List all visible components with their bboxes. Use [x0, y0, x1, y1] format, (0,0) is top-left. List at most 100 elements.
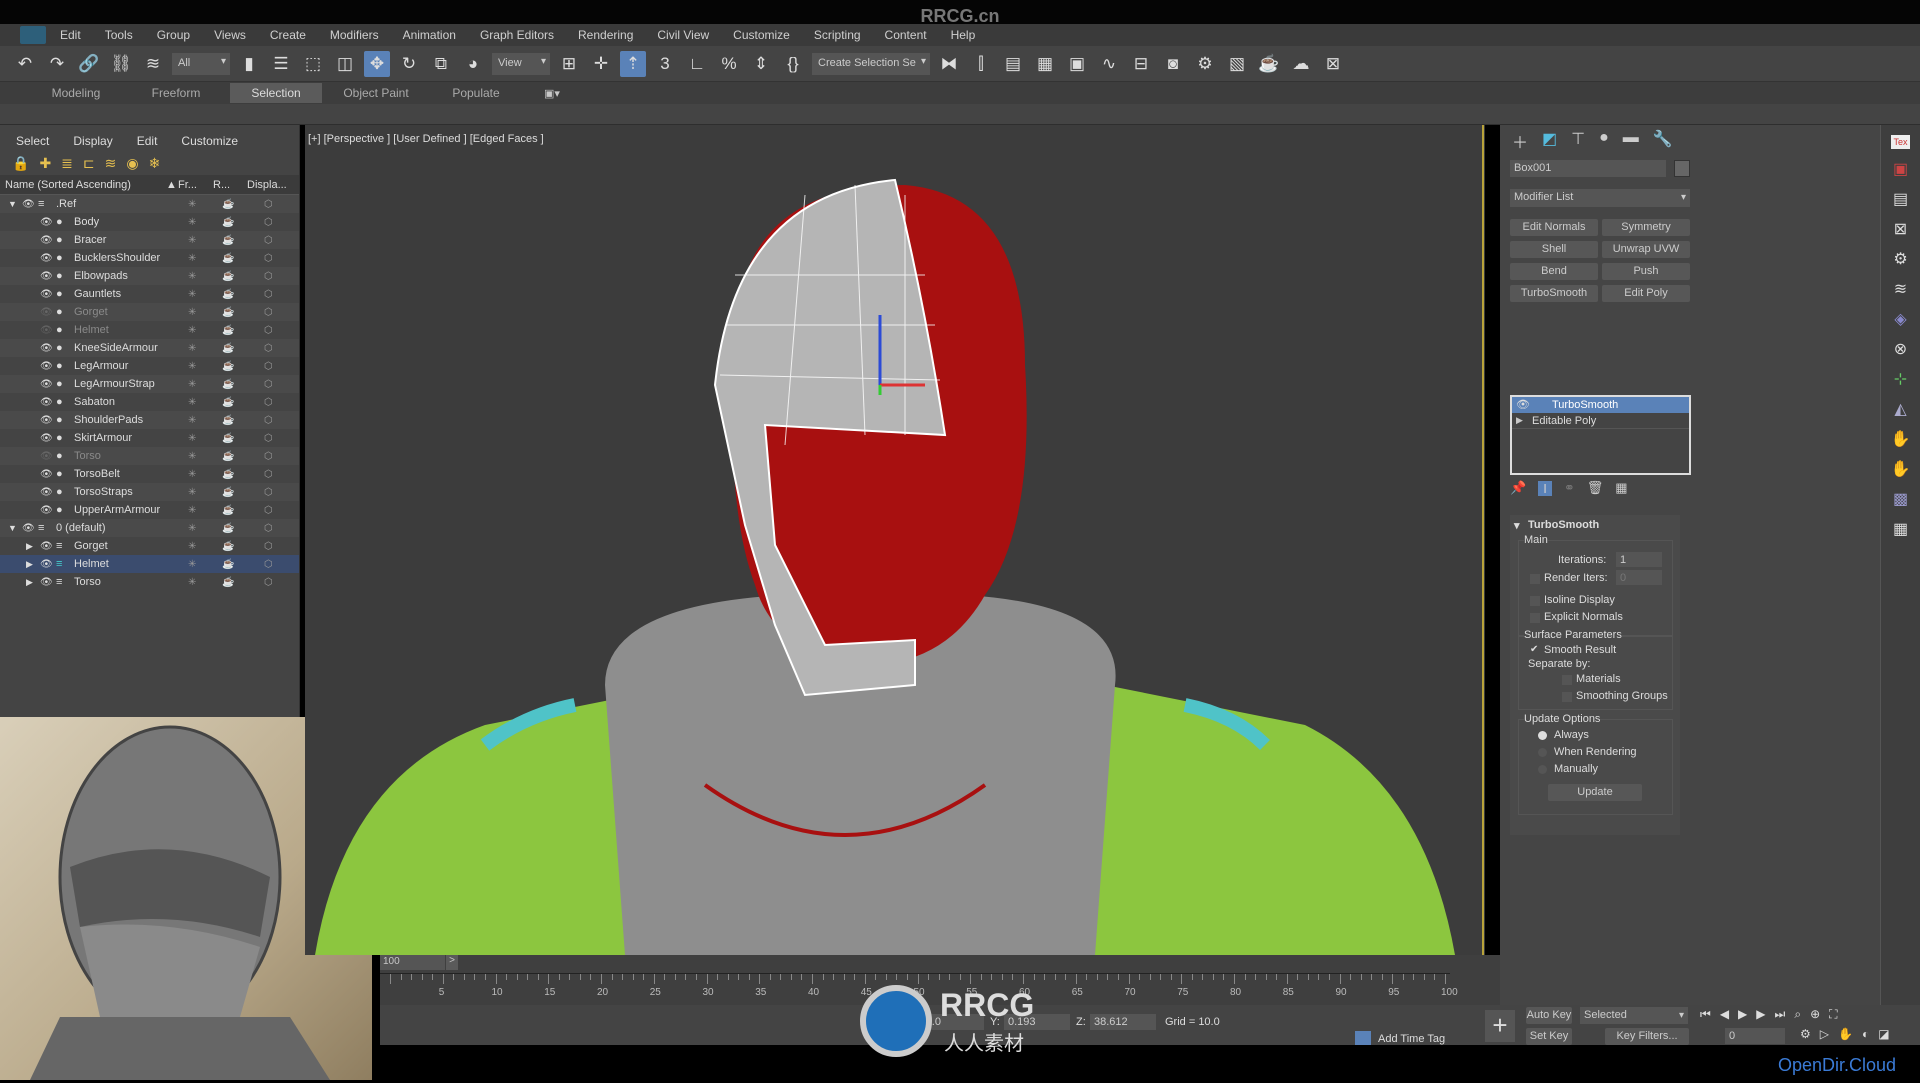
- freeze-icon[interactable]: ✳: [188, 487, 196, 498]
- menu-item-tools[interactable]: Tools: [105, 28, 133, 42]
- make-unique-icon[interactable]: ⚭: [1564, 480, 1575, 496]
- z-coordinate-field[interactable]: 38.612: [1090, 1014, 1156, 1030]
- update-button[interactable]: Update: [1548, 784, 1642, 801]
- modify-tab-icon[interactable]: ◩: [1542, 129, 1557, 153]
- tree-row[interactable]: 👁 ● LegArmour ✳ ☕ ⬡: [0, 357, 299, 375]
- menu-item-help[interactable]: Help: [951, 28, 976, 42]
- ribbon-options-icon[interactable]: ▣▾: [544, 87, 560, 100]
- column-name-header[interactable]: Name (Sorted Ascending): [5, 179, 131, 191]
- freeze-icon[interactable]: ✳: [188, 343, 196, 354]
- menu-item-animation[interactable]: Animation: [403, 28, 456, 42]
- set-key-button[interactable]: Set Key: [1526, 1028, 1572, 1045]
- display-box-icon[interactable]: ⬡: [264, 307, 273, 318]
- tree-row[interactable]: 👁 ● Torso ✳ ☕ ⬡: [0, 447, 299, 465]
- next-frame-icon[interactable]: ▶: [1756, 1007, 1765, 1022]
- remove-icon[interactable]: ⊠: [1894, 219, 1907, 239]
- render-setup-icon[interactable]: ⚙: [1192, 51, 1218, 77]
- eye-icon[interactable]: 👁: [40, 541, 53, 552]
- ribbon-tab-populate[interactable]: Populate: [430, 83, 522, 103]
- reference-coord-dropdown[interactable]: View: [492, 52, 550, 75]
- tree-row[interactable]: 👁 ● UpperArmArmour ✳ ☕ ⬡: [0, 501, 299, 519]
- configure-modifier-sets-icon[interactable]: ▦: [1615, 480, 1627, 496]
- key-filters-button[interactable]: Key Filters...: [1605, 1028, 1689, 1045]
- ribbon-tab-modeling[interactable]: Modeling: [30, 83, 122, 103]
- tree-row[interactable]: 👁 ● Elbowpads ✳ ☕ ⬡: [0, 267, 299, 285]
- panel-icon[interactable]: ▤: [1893, 189, 1908, 209]
- render-teapot-icon[interactable]: ☕: [222, 307, 234, 318]
- modifier-button-unwrap-uvw[interactable]: Unwrap UVW: [1602, 241, 1690, 258]
- explorer-menu-edit[interactable]: Edit: [137, 134, 158, 148]
- stack-item-turbosmooth[interactable]: 👁 TurboSmooth: [1512, 397, 1689, 413]
- edit-named-sets-icon[interactable]: {}: [780, 51, 806, 77]
- render-production-icon[interactable]: ☕: [1256, 51, 1282, 77]
- render-teapot-icon[interactable]: ☕: [222, 397, 234, 408]
- ribbon-tab-selection[interactable]: Selection: [230, 83, 322, 103]
- manually-radio[interactable]: [1538, 765, 1547, 774]
- axis-icon[interactable]: ⊹: [1894, 369, 1907, 389]
- table-icon[interactable]: ▦: [1893, 519, 1908, 539]
- render-teapot-icon[interactable]: ☕: [222, 433, 234, 444]
- add-layer-icon[interactable]: ✚: [39, 155, 51, 172]
- hierarchy-tab-icon[interactable]: ⊤: [1571, 129, 1585, 153]
- bind-space-warp-icon[interactable]: ≋: [140, 51, 166, 77]
- align-icon[interactable]: ⫿: [968, 51, 994, 77]
- menu-item-group[interactable]: Group: [157, 28, 190, 42]
- render-teapot-icon[interactable]: ☕: [222, 289, 234, 300]
- menu-item-civil-view[interactable]: Civil View: [657, 28, 709, 42]
- perspective-viewport[interactable]: [305, 125, 1485, 955]
- settings-icon[interactable]: ⚙: [1893, 249, 1907, 269]
- selection-filter-dropdown[interactable]: All: [172, 52, 230, 75]
- undo-icon[interactable]: ↶: [12, 51, 38, 77]
- go-to-start-icon[interactable]: ⏮: [1700, 1007, 1711, 1022]
- scale-icon[interactable]: ⧉: [428, 51, 454, 77]
- rollout-collapse-icon[interactable]: ▾: [1514, 519, 1520, 532]
- display-box-icon[interactable]: ⬡: [264, 361, 273, 372]
- menu-item-content[interactable]: Content: [885, 28, 927, 42]
- freeze-icon[interactable]: ✳: [188, 577, 196, 588]
- freeze-icon[interactable]: ✳: [188, 289, 196, 300]
- app-logo-icon[interactable]: [20, 26, 46, 44]
- render-teapot-icon[interactable]: ☕: [222, 523, 234, 534]
- render-teapot-icon[interactable]: ☕: [222, 253, 234, 264]
- display-box-icon[interactable]: ⬡: [264, 343, 273, 354]
- render-teapot-icon[interactable]: ☕: [222, 217, 234, 228]
- eye-icon[interactable]: 👁: [22, 199, 35, 210]
- spinner-snap-icon[interactable]: ⇕: [748, 51, 774, 77]
- menu-item-scripting[interactable]: Scripting: [814, 28, 861, 42]
- zoom-icon[interactable]: ⌕: [1794, 1007, 1801, 1022]
- freeze-icon[interactable]: ✳: [188, 415, 196, 426]
- next-frame-arrow[interactable]: >: [446, 955, 458, 970]
- stack-item-editable-poly[interactable]: ▶ Editable Poly: [1512, 413, 1689, 429]
- layers-select-icon[interactable]: ≋: [1894, 279, 1907, 299]
- select-object-icon[interactable]: ▮: [236, 51, 262, 77]
- grid-plane-icon[interactable]: ◈: [1894, 309, 1906, 329]
- display-box-icon[interactable]: ⬡: [264, 487, 273, 498]
- eye-icon[interactable]: 👁: [40, 235, 53, 246]
- tree-row[interactable]: ▶ 👁 ≡ Torso ✳ ☕ ⬡: [0, 573, 299, 591]
- column-render-header[interactable]: R...: [213, 179, 230, 191]
- menu-item-graph-editors[interactable]: Graph Editors: [480, 28, 554, 42]
- create-tab-icon[interactable]: ＋: [1512, 129, 1528, 153]
- eye-icon[interactable]: 👁: [40, 253, 53, 264]
- add-time-tag-icon[interactable]: [1355, 1031, 1371, 1045]
- schematic-view-icon[interactable]: ⊟: [1128, 51, 1154, 77]
- display-box-icon[interactable]: ⬡: [264, 217, 273, 228]
- auto-key-button[interactable]: Auto Key: [1526, 1007, 1572, 1024]
- layers-icon[interactable]: ≣: [61, 155, 73, 172]
- key-mode-dropdown[interactable]: Selected: [1580, 1007, 1688, 1024]
- tree-row[interactable]: 👁 ● SkirtArmour ✳ ☕ ⬡: [0, 429, 299, 447]
- hide-layer-icon[interactable]: ◉: [126, 155, 138, 172]
- hand-icon[interactable]: ✋: [1891, 429, 1911, 449]
- menu-item-views[interactable]: Views: [214, 28, 246, 42]
- expand-arrow-icon[interactable]: ▶: [26, 559, 33, 570]
- display-box-icon[interactable]: ⬡: [264, 289, 273, 300]
- orbit-icon[interactable]: ◐: [1862, 1027, 1869, 1041]
- always-radio[interactable]: [1538, 731, 1547, 740]
- menu-item-edit[interactable]: Edit: [60, 28, 81, 42]
- box-icon[interactable]: ▣: [1893, 159, 1908, 179]
- freeze-icon[interactable]: ✳: [188, 397, 196, 408]
- display-box-icon[interactable]: ⬡: [264, 253, 273, 264]
- freeze-layer-icon[interactable]: ❄: [149, 155, 161, 172]
- freeze-icon[interactable]: ✳: [188, 199, 196, 210]
- modifier-button-bend[interactable]: Bend: [1510, 263, 1598, 280]
